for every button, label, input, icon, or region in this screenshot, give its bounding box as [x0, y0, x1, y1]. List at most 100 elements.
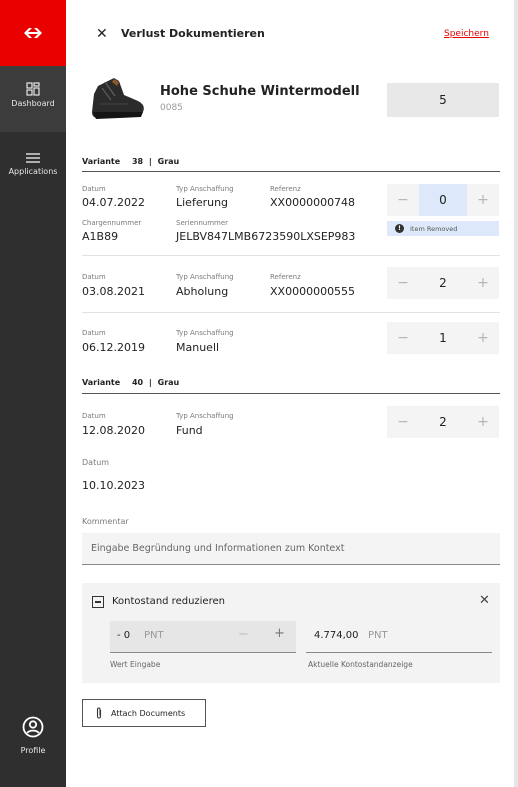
sidebar: Dashboard Applications Profile [0, 0, 66, 787]
attach-documents-label: Attach Documents [111, 708, 186, 718]
close-icon[interactable]: ✕ [479, 593, 490, 608]
comment-input[interactable]: Eingabe Begründung und Informationen zum… [82, 533, 500, 565]
referenz-label: Referenz [270, 185, 301, 193]
product-quantity-value: 5 [439, 93, 447, 107]
current-balance-unit: PNT [368, 630, 388, 641]
quantity-value[interactable]: 0 [419, 184, 467, 216]
current-balance-field: 4.774,00 PNT [306, 621, 492, 653]
close-icon[interactable]: ✕ [96, 26, 108, 42]
current-balance-label: Aktuelle Kontostandanzeige [308, 660, 413, 669]
variant-color: Grau [157, 157, 180, 166]
datum-label: Datum [82, 273, 106, 281]
brand-logo[interactable] [0, 0, 66, 66]
decrement-button[interactable]: − [387, 406, 419, 438]
quantity-stepper: − 2 + [387, 267, 499, 299]
variant-divider [82, 393, 500, 394]
variant-header: Variante 40 | Grau [82, 378, 179, 387]
sidebar-item-applications[interactable]: Applications [0, 152, 66, 176]
quantity-stepper: − 1 + [387, 322, 499, 354]
seriennummer-label: Seriennummer [176, 219, 229, 227]
quantity-stepper: − 0 + [387, 184, 499, 216]
datum-label: Datum [82, 329, 106, 337]
referenz-value: XX0000000555 [270, 285, 356, 298]
variant-size: 40 [131, 378, 144, 387]
comment-label: Kommentar [82, 517, 129, 526]
page-title: Verlust Dokumentieren [121, 27, 265, 40]
balance-title: Kontostand reduzieren [112, 596, 225, 607]
value-input-label: Wert Eingabe [110, 660, 161, 669]
datum-label: Datum [82, 412, 106, 420]
increment-button[interactable]: + [467, 184, 499, 216]
variant-separator: | [148, 378, 152, 387]
product-image [88, 72, 148, 122]
main-panel: ✕ Verlust Dokumentieren Speichern Hohe S… [66, 0, 514, 787]
variant-label: Variante [82, 378, 121, 387]
typ-label: Typ Anschaffung [176, 412, 234, 420]
datum-value: 12.08.2020 [82, 424, 145, 437]
collapse-toggle[interactable] [92, 596, 104, 608]
typ-label: Typ Anschaffung [176, 273, 234, 281]
increment-button[interactable]: + [274, 626, 285, 641]
decrement-button[interactable]: − [387, 267, 419, 299]
increment-button[interactable]: + [467, 267, 499, 299]
value-input-amount: - 0 [117, 630, 131, 641]
seriennummer-value: JELBV847LMB6723590LXSEP983 [176, 230, 356, 243]
sidebar-item-profile[interactable]: Profile [0, 716, 66, 755]
profile-icon [22, 716, 44, 738]
decrement-button[interactable]: − [387, 184, 419, 216]
chargennummer-label: Chargennummer [82, 219, 142, 227]
typ-value: Fund [176, 424, 203, 437]
dashboard-icon [26, 82, 40, 96]
logo-arrows-icon [24, 28, 42, 38]
increment-button[interactable]: + [467, 322, 499, 354]
typ-value: Lieferung [176, 196, 229, 209]
datum-value: 03.08.2021 [82, 285, 145, 298]
quantity-stepper: − 2 + [387, 406, 499, 438]
variant-divider [82, 171, 500, 172]
datum-value: 06.12.2019 [82, 341, 145, 354]
typ-label: Typ Anschaffung [176, 329, 234, 337]
attach-documents-button[interactable]: Attach Documents [82, 699, 206, 727]
menu-icon [26, 153, 40, 163]
balance-panel: Kontostand reduzieren ✕ - 0 PNT − + Wert… [82, 583, 500, 683]
typ-label: Typ Anschaffung [176, 185, 234, 193]
product-code: 0085 [160, 103, 183, 113]
product-quantity: 5 [387, 83, 499, 117]
quantity-value[interactable]: 1 [419, 322, 467, 354]
save-link[interactable]: Speichern [444, 29, 489, 39]
decrement-button[interactable]: − [238, 627, 249, 642]
chargennummer-value: A1B89 [82, 230, 119, 243]
date-field-value[interactable]: 10.10.2023 [82, 479, 145, 492]
sidebar-item-label: Applications [8, 167, 58, 176]
notice-text: Item Removed [410, 224, 458, 233]
date-field-label: Datum [82, 458, 110, 467]
referenz-value: XX0000000748 [270, 196, 356, 209]
minus-icon [95, 601, 101, 603]
referenz-label: Referenz [270, 273, 301, 281]
quantity-value[interactable]: 2 [419, 267, 467, 299]
variant-label: Variante [82, 157, 121, 166]
variant-color: Grau [157, 378, 180, 387]
row-divider [82, 255, 500, 256]
value-input-unit: PNT [144, 630, 164, 641]
item-removed-notice: ! Item Removed [387, 221, 499, 236]
current-balance-value: 4.774,00 [314, 630, 359, 641]
sidebar-item-dashboard[interactable]: Dashboard [0, 82, 66, 108]
info-icon: ! [395, 224, 404, 233]
variant-header: Variante 38 | Grau [82, 157, 179, 166]
datum-label: Datum [82, 185, 106, 193]
variant-size: 38 [131, 157, 144, 166]
row-divider [82, 312, 500, 313]
sidebar-item-label: Dashboard [11, 99, 55, 108]
boot-icon [92, 78, 144, 119]
decrement-button[interactable]: − [387, 322, 419, 354]
value-input[interactable]: - 0 PNT − + [110, 621, 296, 653]
paperclip-icon [96, 707, 102, 719]
quantity-value[interactable]: 2 [419, 406, 467, 438]
right-border [514, 0, 518, 787]
increment-button[interactable]: + [467, 406, 499, 438]
typ-value: Abholung [176, 285, 229, 298]
variant-separator: | [148, 157, 152, 166]
datum-value: 04.07.2022 [82, 196, 145, 209]
product-name: Hohe Schuhe Wintermodell [160, 84, 360, 99]
